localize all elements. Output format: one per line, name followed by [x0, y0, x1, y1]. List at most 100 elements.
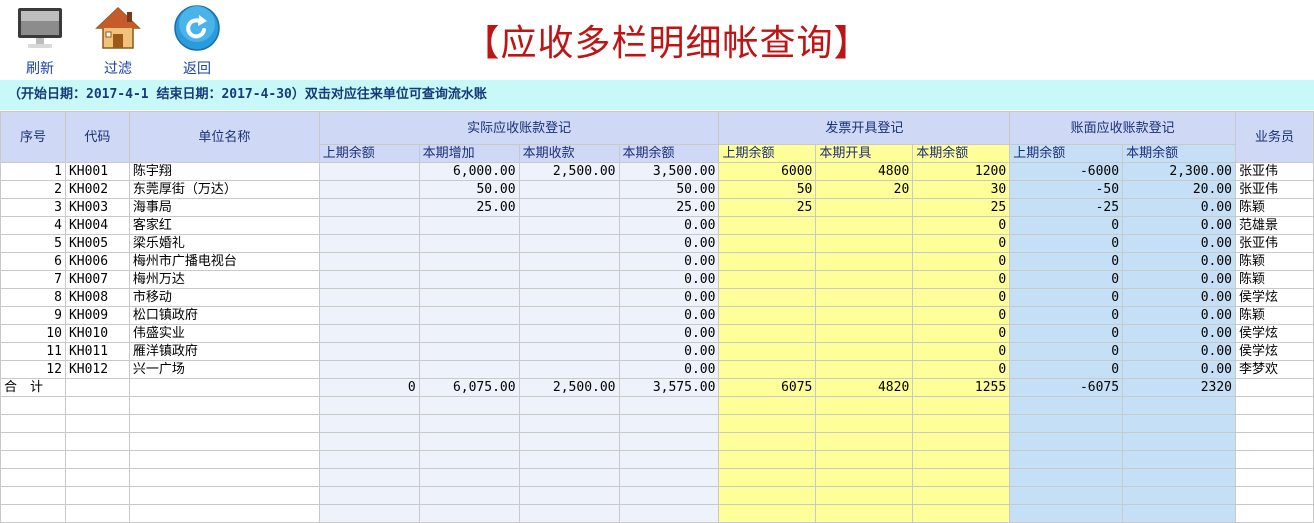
cell-actual-received[interactable] — [518, 198, 620, 217]
cell-unit-name[interactable]: 伟盛实业 — [128, 324, 320, 343]
cell-invoice-balance[interactable]: 30 — [912, 180, 1011, 199]
cell-actual-received[interactable] — [518, 324, 620, 343]
cell-book-prev[interactable]: 0 — [1009, 324, 1124, 343]
cell-actual-received[interactable] — [518, 270, 620, 289]
cell-salesman[interactable]: 张亚伟 — [1235, 162, 1314, 181]
cell-unit-name[interactable]: 雁洋镇政府 — [128, 342, 320, 361]
cell-invoice-prev[interactable] — [718, 324, 817, 343]
cell-actual-prev[interactable] — [318, 234, 420, 253]
cell-invoice-issued[interactable] — [815, 270, 914, 289]
cell-salesman[interactable]: 陈颖 — [1235, 306, 1314, 325]
table-row[interactable]: 5 KH005 梁乐婚礼 0.00 0 0 0.00 张亚伟 — [0, 234, 1314, 253]
cell-code[interactable]: KH012 — [64, 360, 130, 379]
cell-unit-name[interactable]: 梅州万达 — [128, 270, 320, 289]
cell-invoice-balance[interactable]: 0 — [912, 288, 1011, 307]
cell-book-balance[interactable]: 0.00 — [1122, 342, 1236, 361]
cell-code[interactable]: KH005 — [64, 234, 130, 253]
cell-actual-received[interactable] — [518, 342, 620, 361]
cell-unit-name[interactable]: 梅州市广播电视台 — [128, 252, 320, 271]
cell-code[interactable]: KH009 — [64, 306, 130, 325]
cell-invoice-issued[interactable] — [815, 234, 914, 253]
cell-seq[interactable]: 11 — [0, 342, 66, 361]
cell-seq[interactable]: 1 — [0, 162, 66, 181]
cell-actual-balance[interactable]: 0.00 — [618, 270, 720, 289]
cell-actual-prev[interactable] — [318, 216, 420, 235]
cell-invoice-balance[interactable]: 0 — [912, 216, 1011, 235]
cell-invoice-issued[interactable]: 4800 — [815, 162, 914, 181]
cell-invoice-balance[interactable]: 0 — [912, 270, 1011, 289]
cell-actual-increase[interactable] — [418, 252, 520, 271]
table-row[interactable]: 1 KH001 陈宇翔 6,000.00 2,500.00 3,500.00 6000 480… — [0, 162, 1314, 181]
cell-seq[interactable]: 5 — [0, 234, 66, 253]
cell-invoice-prev[interactable]: 6000 — [718, 162, 817, 181]
cell-actual-received[interactable] — [518, 360, 620, 379]
cell-invoice-prev[interactable] — [718, 216, 817, 235]
cell-actual-prev[interactable] — [318, 270, 420, 289]
cell-seq[interactable]: 7 — [0, 270, 66, 289]
cell-book-prev[interactable]: 0 — [1009, 306, 1124, 325]
cell-actual-balance[interactable]: 0.00 — [618, 324, 720, 343]
cell-actual-balance[interactable]: 25.00 — [618, 198, 720, 217]
cell-invoice-prev[interactable] — [718, 360, 817, 379]
cell-invoice-prev[interactable] — [718, 270, 817, 289]
cell-invoice-balance[interactable]: 0 — [912, 252, 1011, 271]
cell-actual-prev[interactable] — [318, 162, 420, 181]
cell-actual-received[interactable] — [518, 252, 620, 271]
cell-actual-increase[interactable]: 50.00 — [418, 180, 520, 199]
cell-salesman[interactable]: 张亚伟 — [1235, 180, 1314, 199]
cell-actual-increase[interactable] — [418, 360, 520, 379]
cell-salesman[interactable]: 张亚伟 — [1235, 234, 1314, 253]
cell-invoice-issued[interactable] — [815, 216, 914, 235]
cell-actual-balance[interactable]: 0.00 — [618, 288, 720, 307]
table-row[interactable]: 2 KH002 东莞厚街（万达） 50.00 50.00 50 20 30 -50 20.00 张亚… — [0, 180, 1314, 199]
cell-seq[interactable]: 6 — [0, 252, 66, 271]
cell-actual-prev[interactable] — [318, 198, 420, 217]
cell-actual-increase[interactable] — [418, 306, 520, 325]
cell-code[interactable]: KH008 — [64, 288, 130, 307]
cell-actual-received[interactable] — [518, 180, 620, 199]
cell-actual-prev[interactable] — [318, 288, 420, 307]
cell-unit-name[interactable]: 兴一广场 — [128, 360, 320, 379]
cell-invoice-issued[interactable]: 20 — [815, 180, 914, 199]
cell-salesman[interactable]: 陈颖 — [1235, 198, 1314, 217]
cell-book-balance[interactable]: 0.00 — [1122, 306, 1236, 325]
cell-actual-prev[interactable] — [318, 180, 420, 199]
cell-code[interactable]: KH003 — [64, 198, 130, 217]
cell-invoice-issued[interactable] — [815, 324, 914, 343]
cell-book-balance[interactable]: 20.00 — [1122, 180, 1236, 199]
cell-actual-received[interactable] — [518, 216, 620, 235]
cell-actual-received[interactable] — [518, 234, 620, 253]
cell-actual-increase[interactable]: 25.00 — [418, 198, 520, 217]
cell-code[interactable]: KH006 — [64, 252, 130, 271]
cell-code[interactable]: KH007 — [64, 270, 130, 289]
cell-actual-prev[interactable] — [318, 360, 420, 379]
cell-book-prev[interactable]: 0 — [1009, 216, 1124, 235]
cell-book-balance[interactable]: 0.00 — [1122, 270, 1236, 289]
cell-seq[interactable]: 12 — [0, 360, 66, 379]
cell-invoice-balance[interactable]: 1200 — [912, 162, 1011, 181]
cell-actual-balance[interactable]: 0.00 — [618, 252, 720, 271]
cell-invoice-issued[interactable] — [815, 198, 914, 217]
cell-actual-received[interactable] — [518, 288, 620, 307]
cell-book-prev[interactable]: 0 — [1009, 270, 1124, 289]
cell-salesman[interactable]: 范雄景 — [1235, 216, 1314, 235]
cell-salesman[interactable]: 侯学炫 — [1235, 342, 1314, 361]
table-row[interactable]: 9 KH009 松口镇政府 0.00 0 0 0.00 陈颖 — [0, 306, 1314, 325]
table-row[interactable]: 12 KH012 兴一广场 0.00 0 0 0.00 李梦欢 — [0, 360, 1314, 379]
cell-book-balance[interactable]: 0.00 — [1122, 216, 1236, 235]
table-row[interactable]: 11 KH011 雁洋镇政府 0.00 0 0 0.00 侯学炫 — [0, 342, 1314, 361]
cell-book-balance[interactable]: 0.00 — [1122, 198, 1236, 217]
cell-invoice-prev[interactable] — [718, 288, 817, 307]
cell-book-balance[interactable]: 0.00 — [1122, 234, 1236, 253]
cell-code[interactable]: KH004 — [64, 216, 130, 235]
cell-book-prev[interactable]: -25 — [1009, 198, 1124, 217]
cell-seq[interactable]: 4 — [0, 216, 66, 235]
cell-invoice-prev[interactable]: 25 — [718, 198, 817, 217]
cell-book-prev[interactable]: 0 — [1009, 360, 1124, 379]
cell-seq[interactable]: 8 — [0, 288, 66, 307]
cell-actual-increase[interactable] — [418, 288, 520, 307]
cell-salesman[interactable]: 陈颖 — [1235, 270, 1314, 289]
cell-salesman[interactable]: 陈颖 — [1235, 252, 1314, 271]
cell-book-prev[interactable]: 0 — [1009, 252, 1124, 271]
cell-seq[interactable]: 10 — [0, 324, 66, 343]
